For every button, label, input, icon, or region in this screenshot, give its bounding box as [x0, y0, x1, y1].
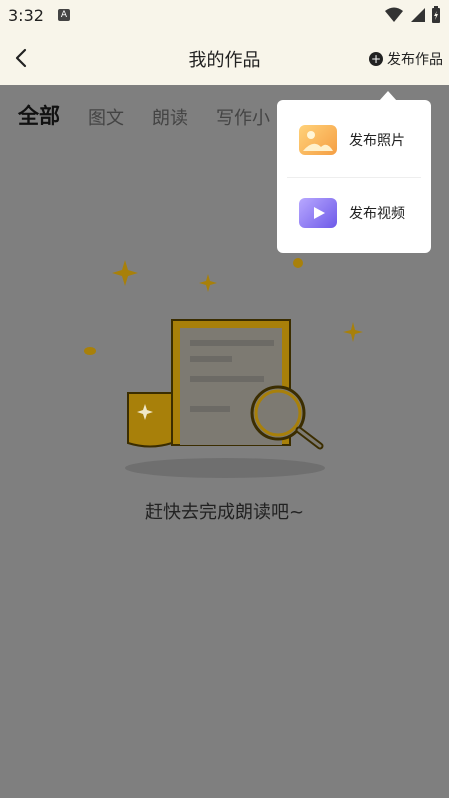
- publish-works-label: 发布作品: [387, 52, 443, 68]
- battery-icon: [432, 6, 440, 23]
- app-header: 我的作品 + 发布作品: [0, 32, 449, 85]
- notification-icon: A: [58, 9, 70, 21]
- dot: [84, 347, 96, 355]
- publish-popup-menu: 发布照片 发布视频: [277, 100, 431, 253]
- status-time: 3:32: [8, 6, 44, 25]
- publish-photo-label: 发布照片: [349, 133, 405, 149]
- video-icon: [299, 198, 337, 228]
- empty-state-illustration: [84, 258, 363, 478]
- wifi-icon: [385, 7, 403, 22]
- status-icons: [385, 6, 441, 24]
- tab-reading[interactable]: 朗读: [152, 104, 188, 130]
- dot: [293, 258, 303, 268]
- signal-icon: [411, 8, 425, 22]
- sparkle-icon: [112, 260, 138, 286]
- empty-state-message: 赶快去完成朗读吧~: [144, 502, 305, 523]
- shadow-ellipse: [125, 458, 325, 478]
- tab-all[interactable]: 全部: [18, 100, 60, 130]
- publish-photo-item[interactable]: 发布照片: [277, 110, 431, 170]
- publish-video-label: 发布视频: [349, 206, 405, 222]
- popup-divider: [287, 177, 421, 178]
- photo-icon: [299, 125, 337, 155]
- scroll-tail: [127, 392, 173, 448]
- add-circle-icon: +: [369, 52, 383, 66]
- tab-graphic-text[interactable]: 图文: [88, 104, 124, 130]
- sparkle-icon: [199, 274, 217, 292]
- publish-works-button[interactable]: + 发布作品: [369, 49, 443, 69]
- status-bar: 3:32 A: [0, 0, 449, 32]
- publish-video-item[interactable]: 发布视频: [277, 183, 431, 243]
- category-tabs: 全部 图文 朗读 写作小: [18, 100, 270, 130]
- sparkle-icon: [343, 322, 363, 342]
- tab-writing[interactable]: 写作小: [216, 104, 270, 130]
